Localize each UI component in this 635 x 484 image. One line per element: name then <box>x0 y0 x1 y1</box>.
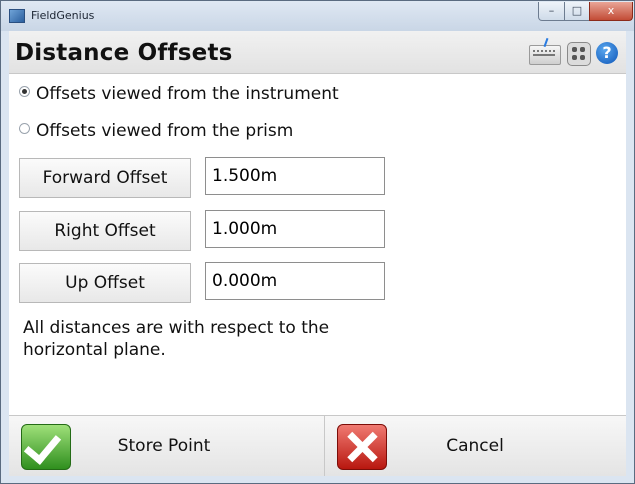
app-window: FieldGenius – □ x Distance Offsets ? Off… <box>0 0 635 484</box>
client-area: Distance Offsets ? Offsets viewed from t… <box>9 31 626 476</box>
right-offset-input[interactable] <box>205 210 385 248</box>
title-bar: FieldGenius – □ x <box>1 1 634 31</box>
keyboard-icon[interactable] <box>529 45 561 65</box>
store-point-label: Store Point <box>117 436 211 456</box>
radio-instrument[interactable] <box>19 86 30 97</box>
cancel-label: Cancel <box>446 436 504 456</box>
grid-icon[interactable] <box>567 42 591 66</box>
radio-instrument-label: Offsets viewed from the instrument <box>36 84 339 104</box>
cancel-button[interactable]: Cancel <box>325 416 626 476</box>
forward-offset-input[interactable] <box>205 157 385 195</box>
radio-prism[interactable] <box>19 123 30 134</box>
page-header: Distance Offsets ? <box>9 31 626 74</box>
forward-offset-button[interactable]: Forward Offset <box>19 158 191 198</box>
maximize-button[interactable]: □ <box>564 2 590 21</box>
up-offset-input[interactable] <box>205 262 385 300</box>
up-offset-button[interactable]: Up Offset <box>19 263 191 303</box>
footer-bar: Store Point Cancel <box>9 415 626 476</box>
radio-option-instrument[interactable]: Offsets viewed from the instrument <box>19 84 339 104</box>
store-point-button[interactable]: Store Point <box>9 416 325 476</box>
app-icon <box>9 9 25 23</box>
right-offset-button[interactable]: Right Offset <box>19 211 191 251</box>
close-button[interactable]: x <box>589 2 633 21</box>
radio-prism-label: Offsets viewed from the prism <box>36 121 294 141</box>
radio-option-prism[interactable]: Offsets viewed from the prism <box>19 121 293 141</box>
help-icon[interactable]: ? <box>596 42 618 64</box>
page-title: Distance Offsets <box>15 40 233 66</box>
window-title: FieldGenius <box>31 9 95 22</box>
plane-note: All distances are with respect to the ho… <box>23 318 330 360</box>
minimize-button[interactable]: – <box>538 2 565 21</box>
